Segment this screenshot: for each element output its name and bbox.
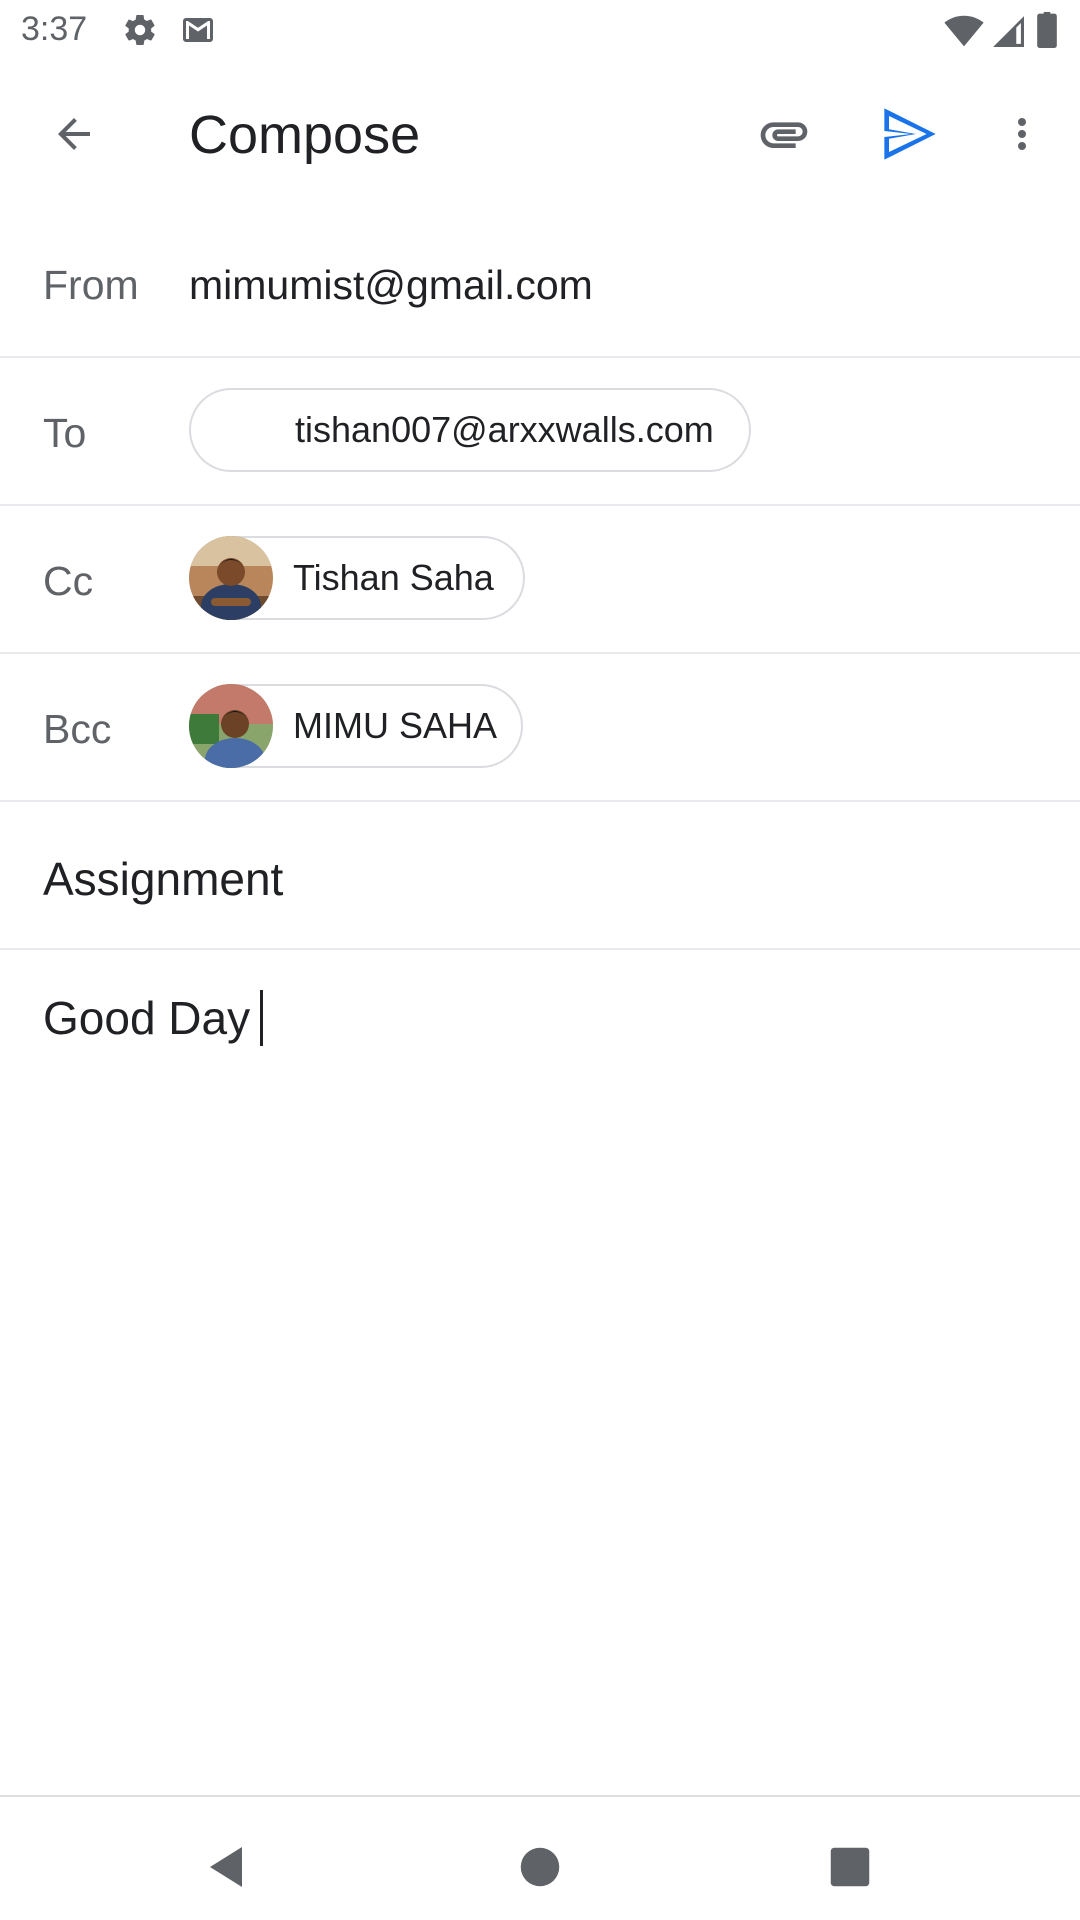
bcc-label: Bcc xyxy=(43,706,112,752)
cell-signal-icon xyxy=(990,12,1024,53)
avatar xyxy=(189,536,273,620)
status-time: 3:37 xyxy=(21,10,88,48)
cc-label: Cc xyxy=(43,558,94,604)
subject-field[interactable]: Assignment xyxy=(0,802,1080,950)
gear-icon xyxy=(122,12,158,53)
send-icon[interactable] xyxy=(868,92,952,176)
mail-icon xyxy=(180,12,216,53)
from-label: From xyxy=(43,262,139,308)
cc-field[interactable]: Cc Tishan Saha xyxy=(0,506,1080,654)
back-arrow-icon[interactable] xyxy=(32,92,116,176)
nav-home-icon[interactable] xyxy=(500,1827,580,1907)
bcc-field[interactable]: Bcc MIMU SAHA xyxy=(0,654,1080,802)
app-bar: Compose xyxy=(0,62,1080,210)
more-vert-icon[interactable] xyxy=(980,92,1064,176)
recipient-chip[interactable]: Tishan Saha xyxy=(189,536,525,620)
battery-icon xyxy=(1036,12,1058,53)
status-bar: 3:37 xyxy=(0,0,1080,62)
to-field[interactable]: To tishan007@arxxwalls.com xyxy=(0,358,1080,506)
recipient-chip-text: tishan007@arxxwalls.com xyxy=(295,409,714,450)
text-cursor xyxy=(260,990,264,1046)
nav-back-icon[interactable] xyxy=(186,1827,266,1907)
attach-icon[interactable] xyxy=(742,92,826,176)
system-nav-bar xyxy=(0,1795,1080,1920)
to-label: To xyxy=(43,410,87,456)
wifi-icon xyxy=(944,12,984,53)
recipient-chip-text: Tishan Saha xyxy=(293,557,494,598)
body-text: Good Day xyxy=(43,992,251,1044)
from-field[interactable]: From mimumist@gmail.com xyxy=(0,210,1080,358)
nav-recents-icon[interactable] xyxy=(810,1827,890,1907)
page-title: Compose xyxy=(189,105,421,165)
from-value[interactable]: mimumist@gmail.com xyxy=(189,262,593,309)
recipient-chip[interactable]: MIMU SAHA xyxy=(189,684,523,768)
recipient-chip-text: MIMU SAHA xyxy=(293,705,498,746)
body-input[interactable]: Good Day xyxy=(43,990,264,1046)
subject-input[interactable]: Assignment xyxy=(43,852,283,906)
avatar xyxy=(189,684,273,768)
recipient-chip[interactable]: tishan007@arxxwalls.com xyxy=(189,388,751,472)
